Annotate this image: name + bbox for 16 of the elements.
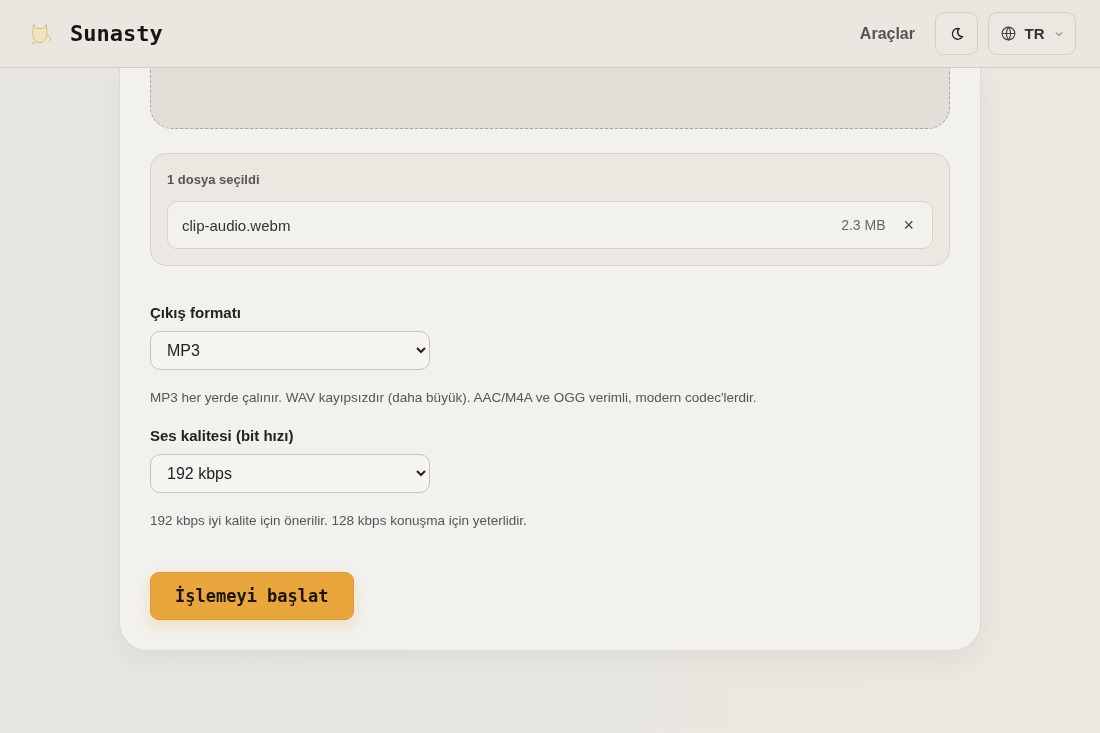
help-text: MP3 her yerde çalınır. WAV kayıpsızdır (daha büyük). AAC/M4A ve OGG verimli, modern codec'lerdir.	[150, 390, 758, 405]
field-label: Ses kalitesi (bit hızı)	[150, 427, 295, 444]
file-name: clip-audio.webm	[182, 216, 292, 234]
dropdown-select[interactable]: MP3	[150, 331, 430, 370]
files-count: 1 dosya seçildi	[167, 172, 261, 187]
field-label: Çıkış formatı	[150, 304, 242, 321]
remove-button[interactable]: ×	[899, 214, 918, 236]
file-size: 2.3 MB	[841, 217, 886, 233]
globe-icon	[999, 25, 1017, 42]
brand-name[interactable]: Sunasty	[70, 21, 163, 46]
tools-link[interactable]: Araçlar	[859, 24, 915, 43]
start-button[interactable]: İşlemeyi başlat	[150, 572, 354, 620]
help-text: 192 kbps iyi kalite için önerilir. 128 kbps konuşma için yeterlidir.	[150, 513, 528, 528]
dropdown-select[interactable]: 192 kbps	[150, 454, 430, 493]
theme-toggle-button[interactable]	[935, 12, 978, 55]
language-button[interactable]: TR	[988, 12, 1076, 55]
